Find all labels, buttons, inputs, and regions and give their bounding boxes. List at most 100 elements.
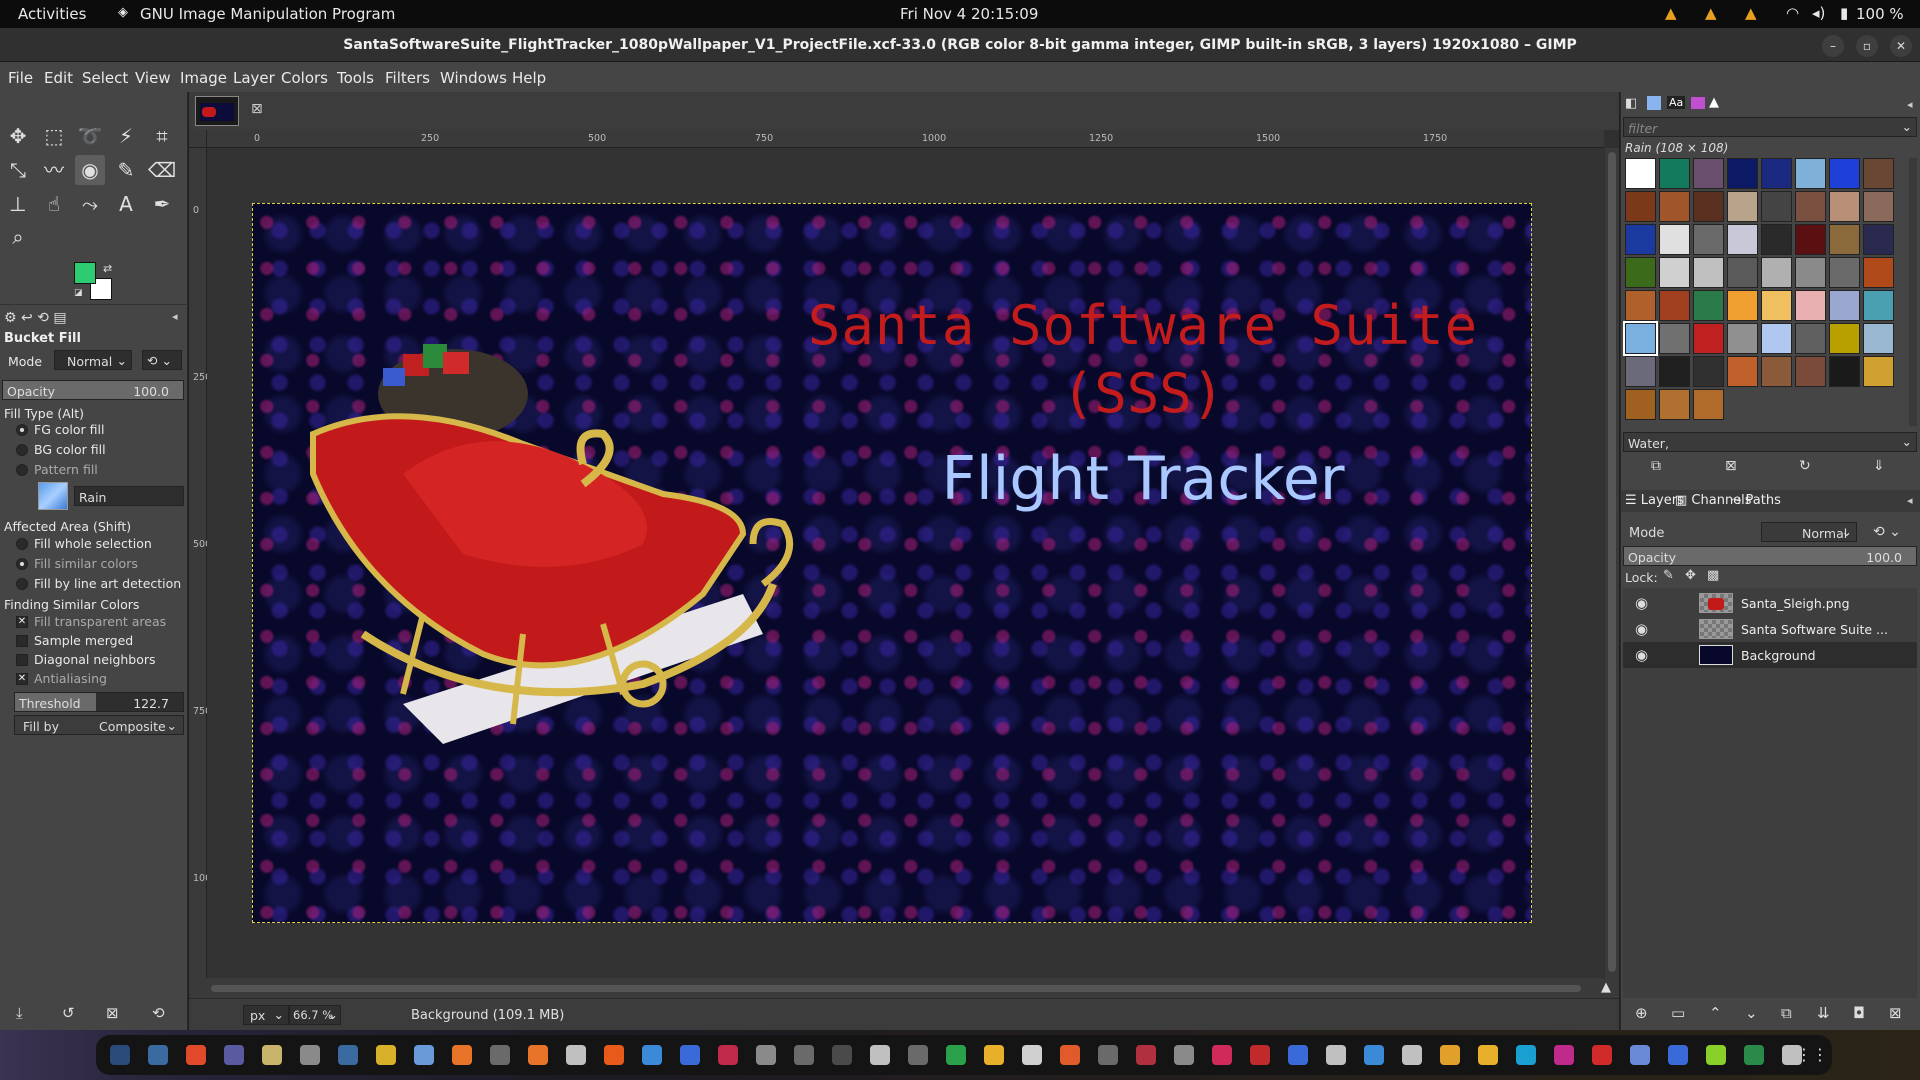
pattern-swatch[interactable]: [1761, 224, 1792, 255]
pattern-swatch[interactable]: [1829, 257, 1860, 288]
save-tool-preset-icon[interactable]: ⤓: [16, 1004, 23, 1022]
taskbar-app-icon[interactable]: [262, 1045, 282, 1065]
pattern-swatch[interactable]: [1863, 257, 1894, 288]
pattern-swatch[interactable]: [1795, 257, 1826, 288]
menu-colors[interactable]: Colors: [281, 69, 328, 87]
swap-colors-icon[interactable]: ⇄: [103, 262, 112, 275]
sample-merged-checkbox[interactable]: [16, 635, 28, 647]
taskbar-app-icon[interactable]: [984, 1045, 1004, 1065]
menu-view[interactable]: View: [135, 69, 171, 87]
taskbar-app-icon[interactable]: [1136, 1045, 1156, 1065]
eye-icon[interactable]: ◉: [1635, 620, 1648, 638]
new-layer-group-icon[interactable]: ▭: [1671, 1004, 1685, 1022]
pattern-swatch[interactable]: [1693, 290, 1724, 321]
pattern-swatch[interactable]: [1625, 158, 1656, 189]
patterns-tab-icon[interactable]: [1647, 96, 1661, 110]
menu-filters[interactable]: Filters: [385, 69, 430, 87]
clone-tool-icon[interactable]: ⊥: [3, 189, 33, 219]
taskbar-app-icon[interactable]: [1668, 1045, 1688, 1065]
foreground-color-swatch[interactable]: [74, 262, 96, 284]
pattern-swatch[interactable]: [1829, 191, 1860, 222]
pattern-swatch[interactable]: [1795, 191, 1826, 222]
pattern-swatch[interactable]: [1727, 158, 1758, 189]
image-tab-thumbnail[interactable]: [195, 96, 239, 126]
taskbar-app-icon[interactable]: [528, 1045, 548, 1065]
lock-pixels-icon[interactable]: ✎: [1663, 568, 1674, 583]
pattern-swatch[interactable]: [1761, 158, 1792, 189]
taskbar-app-icon[interactable]: [490, 1045, 510, 1065]
eye-icon[interactable]: ◉: [1635, 594, 1648, 612]
default-colors-icon[interactable]: ◪: [74, 288, 83, 298]
pattern-swatch[interactable]: [1761, 323, 1792, 354]
opacity-slider[interactable]: Opacity 100.0: [2, 380, 184, 400]
delete-tool-preset-icon[interactable]: ⊠: [106, 1004, 119, 1022]
canvas-viewport[interactable]: Santa Software Suite (SSS) Flight Tracke…: [207, 148, 1604, 998]
pattern-swatch[interactable]: [1863, 191, 1894, 222]
pattern-swatch[interactable]: [1625, 257, 1656, 288]
bg-fill-radio[interactable]: [16, 444, 28, 456]
pattern-swatch[interactable]: [1625, 389, 1656, 420]
pattern-swatch[interactable]: [1727, 290, 1758, 321]
taskbar-app-icon[interactable]: [1744, 1045, 1764, 1065]
smudge-tool-icon[interactable]: ☝: [39, 189, 69, 219]
bg-fill-label[interactable]: BG color fill: [34, 442, 106, 457]
taskbar-app-icon[interactable]: [1022, 1045, 1042, 1065]
fill-line-art-radio[interactable]: [16, 578, 28, 590]
zoom-dropdown[interactable]: 66.7 % ⌄: [289, 1005, 341, 1025]
maximize-icon[interactable]: ▫: [1856, 35, 1878, 57]
pattern-swatch[interactable]: [1693, 224, 1724, 255]
pattern-swatch[interactable]: [1727, 191, 1758, 222]
merge-layer-icon[interactable]: ⇊: [1817, 1004, 1830, 1022]
image-canvas[interactable]: Santa Software Suite (SSS) Flight Tracke…: [252, 203, 1532, 923]
taskbar-app-icon[interactable]: [1478, 1045, 1498, 1065]
taskbar-app-icon[interactable]: [642, 1045, 662, 1065]
taskbar-app-icon[interactable]: [110, 1045, 130, 1065]
pattern-swatch[interactable]: [1829, 224, 1860, 255]
delete-pattern-icon[interactable]: ⊠: [1725, 458, 1737, 474]
pattern-swatch[interactable]: [1625, 290, 1656, 321]
warp-tool-icon[interactable]: 〰: [39, 155, 69, 185]
pattern-swatch[interactable]: [1829, 356, 1860, 387]
taskbar-app-icon[interactable]: [1060, 1045, 1080, 1065]
layer-row[interactable]: ◉ Santa_Sleigh.png: [1623, 590, 1917, 616]
taskbar-app-icon[interactable]: [1174, 1045, 1194, 1065]
pattern-swatch[interactable]: [1693, 356, 1724, 387]
pattern-swatch[interactable]: [1795, 224, 1826, 255]
brushes-tab-icon[interactable]: ◧: [1625, 96, 1637, 111]
fill-similar-colors-label[interactable]: Fill similar colors: [34, 556, 138, 571]
restore-tool-preset-icon[interactable]: ↺: [62, 1004, 75, 1022]
pattern-swatch[interactable]: [1625, 191, 1656, 222]
taskbar-app-icon[interactable]: [148, 1045, 168, 1065]
gradients-tab-icon[interactable]: [1691, 97, 1705, 109]
pattern-swatch[interactable]: [1693, 323, 1724, 354]
pattern-preview-button[interactable]: [38, 482, 68, 510]
fill-by-dropdown[interactable]: Fill by Composite ⌄: [14, 715, 184, 735]
pattern-swatch[interactable]: [1829, 158, 1860, 189]
pattern-swatch[interactable]: [1727, 257, 1758, 288]
menu-help[interactable]: Help: [512, 69, 546, 87]
taskbar-app-icon[interactable]: [224, 1045, 244, 1065]
antialiasing-checkbox[interactable]: ✕: [16, 673, 28, 685]
pattern-swatch[interactable]: [1693, 389, 1724, 420]
taskbar-app-icon[interactable]: [946, 1045, 966, 1065]
taskbar-app-icon[interactable]: [452, 1045, 472, 1065]
diagonal-neighbors-checkbox[interactable]: [16, 654, 28, 666]
clock[interactable]: Fri Nov 4 20:15:09: [900, 5, 1038, 23]
pattern-swatch[interactable]: [1659, 389, 1690, 420]
mode-dropdown[interactable]: Normal ⌄: [54, 350, 132, 370]
warning-icon[interactable]: ▲: [1665, 4, 1677, 22]
move-tool-icon[interactable]: ✥: [3, 121, 33, 151]
paths-tool-icon[interactable]: ⤳: [75, 189, 105, 219]
fg-fill-radio[interactable]: [16, 424, 28, 436]
tool-options-tab-icon[interactable]: ⚙ ↩ ⟲ ▤: [4, 310, 67, 326]
configure-tab-icon[interactable]: ◂: [172, 310, 178, 323]
eye-icon[interactable]: ◉: [1635, 646, 1648, 664]
paintbrush-tool-icon[interactable]: ✎: [111, 155, 141, 185]
pattern-tag-input[interactable]: Water, ⌄: [1623, 432, 1917, 452]
duplicate-layer-icon[interactable]: ⧉: [1781, 1004, 1792, 1022]
pattern-swatch[interactable]: [1795, 290, 1826, 321]
eraser-tool-icon[interactable]: ⌫: [147, 155, 177, 185]
text-tool-icon[interactable]: A: [111, 189, 141, 219]
pattern-swatch[interactable]: [1795, 158, 1826, 189]
unit-dropdown[interactable]: px ⌄: [243, 1005, 289, 1025]
